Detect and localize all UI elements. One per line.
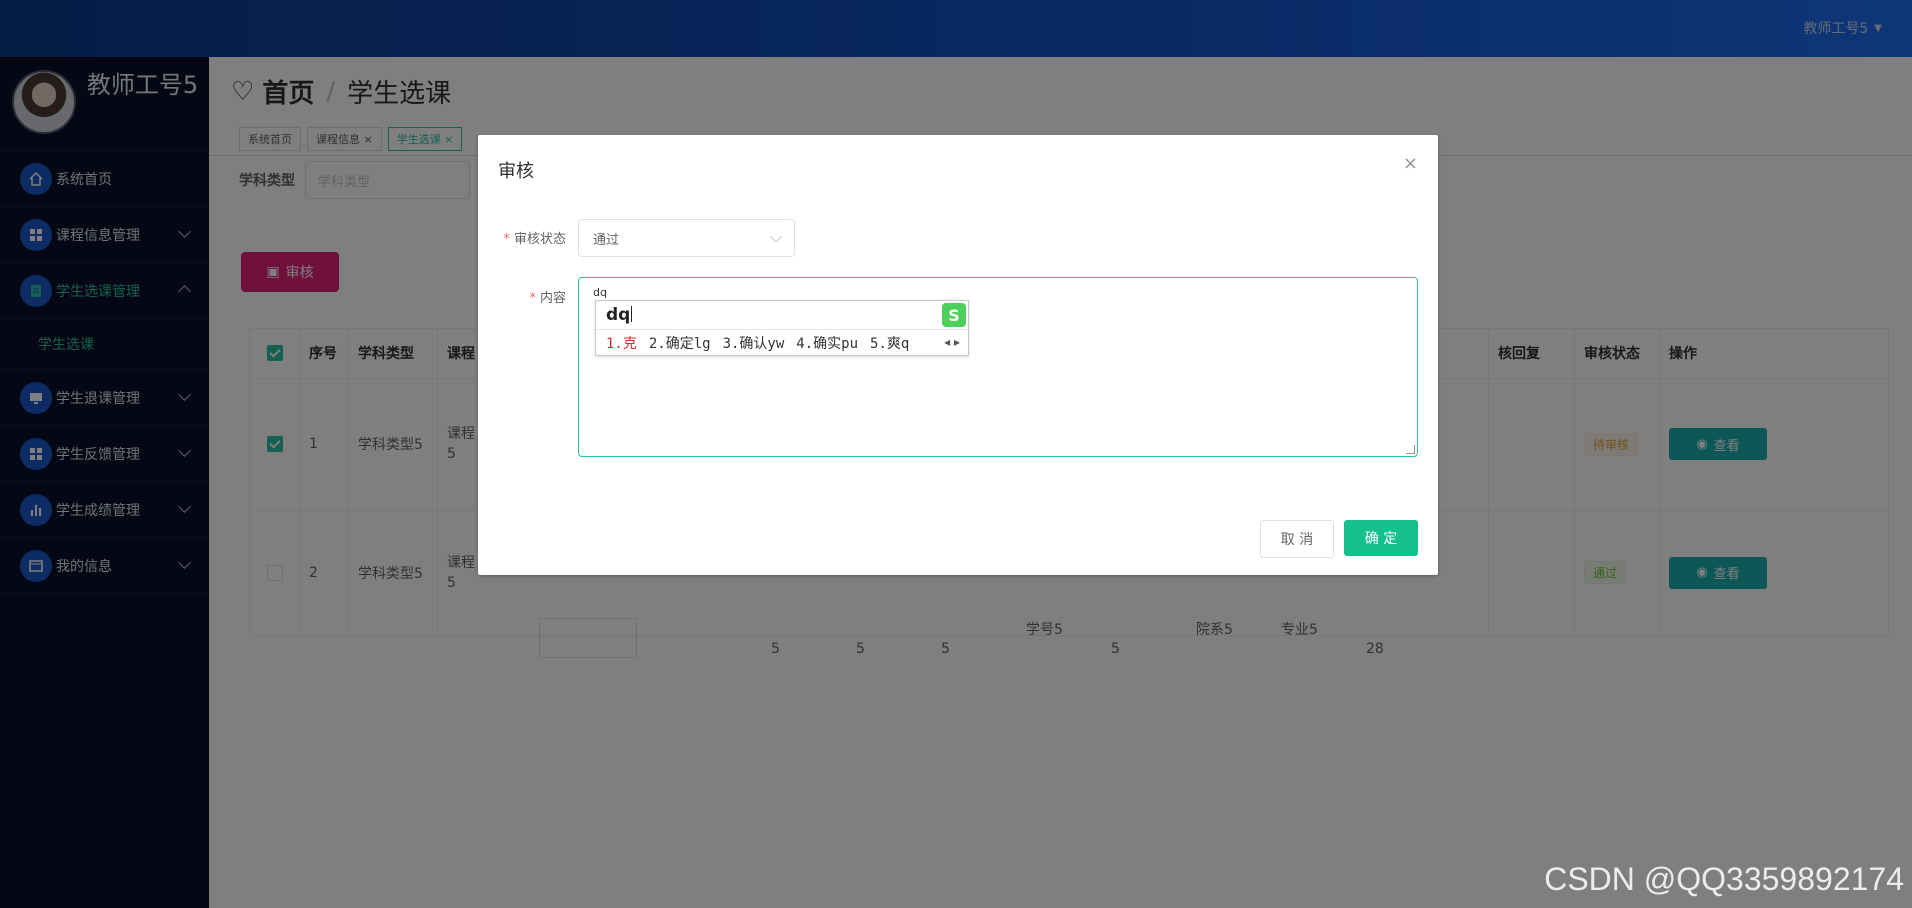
sogou-logo-icon: S <box>942 303 966 327</box>
ime-candidate-window: dq S 1.克 2.确定lg 3.确认yw 4.确实pu 5.爽q ◂ ▸ <box>595 300 969 356</box>
cancel-button[interactable]: 取 消 <box>1260 520 1334 558</box>
confirm-button[interactable]: 确 定 <box>1344 520 1418 556</box>
required-mark: * <box>529 291 536 306</box>
audit-dialog: 审核 × * 审核状态 通过 * 内容 dq dq S 1.克 2.确定lg 3.确… <box>478 135 1438 575</box>
close-icon[interactable]: × <box>1403 153 1418 174</box>
ime-candidates: 1.克 2.确定lg 3.确认yw 4.确实pu 5.爽q <box>606 333 909 353</box>
dialog-title: 审核 <box>498 161 534 182</box>
audit-status-select[interactable]: 通过 <box>578 219 795 257</box>
status-label-text: 审核状态 <box>513 232 566 247</box>
content-value: dq <box>593 286 607 299</box>
ime-candidate[interactable]: 1.克 <box>606 333 637 353</box>
watermark: CSDN @QQ3359892174 <box>1544 861 1904 897</box>
required-mark: * <box>503 232 510 247</box>
ime-page-arrows-icon[interactable]: ◂ ▸ <box>944 335 960 349</box>
resize-handle[interactable] <box>1406 445 1415 454</box>
chevron-down-icon <box>770 231 782 243</box>
ime-candidate[interactable]: 2.确定lg <box>649 333 711 353</box>
content-textarea[interactable]: dq dq S 1.克 2.确定lg 3.确认yw 4.确实pu 5.爽q ◂ … <box>578 277 1418 457</box>
content-label-text: 内容 <box>539 291 566 306</box>
ime-candidate[interactable]: 3.确认yw <box>723 333 785 353</box>
ime-divider <box>596 329 968 330</box>
content-form-label: * 内容 <box>478 287 566 306</box>
ime-candidate[interactable]: 5.爽q <box>870 333 909 353</box>
ime-composition: dq <box>606 305 631 325</box>
ime-candidate[interactable]: 4.确实pu <box>796 333 858 353</box>
status-form-label: * 审核状态 <box>478 228 566 247</box>
audit-status-value: 通过 <box>593 232 620 248</box>
